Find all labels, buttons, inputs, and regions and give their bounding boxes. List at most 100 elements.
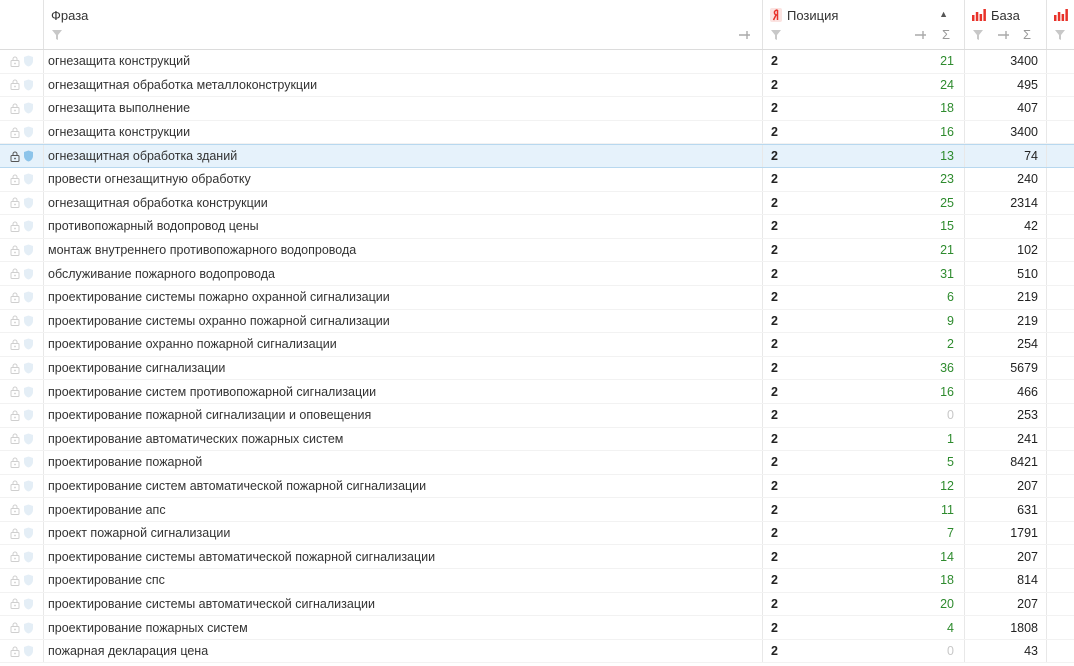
table-row[interactable]: противопожарный водопровод цены 2 15 42 — [0, 215, 1074, 239]
sum-icon[interactable]: Σ — [942, 27, 950, 42]
position-cell[interactable]: 20 — [763, 403, 965, 427]
base-cell[interactable]: 1791 — [965, 521, 1047, 545]
table-row[interactable]: проектирование спс 2 18 814 — [0, 569, 1074, 593]
shield-icon[interactable] — [23, 598, 34, 610]
shield-icon[interactable] — [23, 622, 34, 634]
base-cell[interactable]: 631 — [965, 498, 1047, 521]
phrase-cell[interactable]: огнезащитная обработка металлоконструкци… — [44, 73, 763, 97]
shield-icon[interactable] — [23, 102, 34, 114]
base-cell[interactable]: 5679 — [965, 356, 1047, 380]
shield-icon[interactable] — [23, 126, 34, 138]
position-cell[interactable]: 29 — [763, 309, 965, 333]
base-cell[interactable]: 42 — [965, 215, 1047, 238]
position-cell[interactable]: 2 21 — [763, 238, 965, 262]
shield-icon[interactable] — [23, 173, 34, 185]
table-row[interactable]: провести огнезащитную обработку 2 23 240 — [0, 167, 1074, 192]
shield-icon[interactable] — [23, 480, 34, 492]
position-cell[interactable]: 20 — [763, 639, 965, 663]
base-cell[interactable]: 1808 — [965, 616, 1047, 639]
shield-icon[interactable] — [23, 645, 34, 657]
shield-icon[interactable] — [23, 386, 34, 398]
position-cell[interactable]: 27 — [763, 521, 965, 545]
table-row[interactable]: проектирование сигнализации 2 36 5679 — [0, 356, 1074, 381]
shield-icon[interactable] — [23, 244, 34, 256]
lock-icon[interactable] — [10, 646, 20, 657]
phrase-cell[interactable]: пожарная декларация цена — [44, 639, 763, 663]
position-cell[interactable]: 26 — [763, 285, 965, 309]
phrase-cell[interactable]: проектирование апс — [44, 498, 763, 521]
lock-icon[interactable] — [10, 598, 20, 610]
table-row[interactable]: проектирование системы автоматической по… — [0, 545, 1074, 570]
position-cell[interactable]: 2 18 — [763, 569, 965, 592]
base-cell[interactable]: 240 — [965, 167, 1047, 191]
table-row[interactable]: огнезащита конструкции 2 16 3400 — [0, 120, 1074, 145]
lock-icon[interactable] — [10, 504, 20, 516]
base-cell[interactable]: 219 — [965, 285, 1047, 309]
lock-icon[interactable] — [10, 433, 20, 445]
lock-icon[interactable] — [10, 339, 20, 350]
phrase-cell[interactable]: огнезащита конструкции — [44, 120, 763, 144]
phrase-cell[interactable]: проектирование сигнализации — [44, 356, 763, 380]
phrase-cell[interactable]: проектирование систем противопожарной си… — [44, 380, 763, 403]
base-cell[interactable]: 8421 — [965, 451, 1047, 474]
position-cell[interactable]: 2 24 — [763, 73, 965, 97]
lock-icon[interactable] — [10, 103, 20, 114]
position-cell[interactable]: 2 31 — [763, 262, 965, 285]
table-row[interactable]: проектирование системы охранно пожарной … — [0, 309, 1074, 334]
position-cell[interactable]: 2 25 — [763, 191, 965, 215]
position-cell[interactable]: 2 23 — [763, 167, 965, 191]
table-row[interactable]: проектирование пожарной сигнализации и о… — [0, 403, 1074, 428]
position-cell[interactable]: 25 — [763, 451, 965, 474]
base-cell[interactable]: 510 — [965, 262, 1047, 285]
shield-icon[interactable] — [23, 150, 34, 162]
shield-icon[interactable] — [23, 433, 34, 445]
header-base-column[interactable]: База Σ — [965, 0, 1047, 49]
phrase-cell[interactable]: проектирование спс — [44, 569, 763, 592]
table-row[interactable]: проектирование системы автоматической си… — [0, 592, 1074, 617]
position-cell[interactable]: 2 14 — [763, 545, 965, 569]
pin-icon[interactable] — [914, 29, 928, 41]
position-cell[interactable]: 21 — [763, 427, 965, 451]
phrase-cell[interactable]: огнезащитная обработка конструкции — [44, 191, 763, 215]
position-cell[interactable]: 2 21 — [763, 50, 965, 73]
position-cell[interactable]: 2 16 — [763, 380, 965, 403]
base-cell[interactable]: 407 — [965, 97, 1047, 120]
sum-icon[interactable]: Σ — [1023, 27, 1031, 42]
pin-icon[interactable] — [997, 29, 1011, 41]
filter-icon[interactable] — [51, 29, 63, 41]
base-cell[interactable]: 241 — [965, 427, 1047, 451]
lock-icon[interactable] — [10, 197, 20, 209]
phrase-cell[interactable]: проектирование систем автоматической пож… — [44, 474, 763, 498]
position-cell[interactable]: 2 20 — [763, 592, 965, 616]
phrase-cell[interactable]: монтаж внутреннего противопожарного водо… — [44, 238, 763, 262]
shield-icon[interactable] — [23, 527, 34, 539]
phrase-column-title[interactable]: Фраза — [51, 8, 88, 23]
lock-icon[interactable] — [10, 386, 20, 398]
lock-icon[interactable] — [10, 315, 20, 327]
position-cell[interactable]: 2 15 — [763, 215, 965, 238]
base-cell[interactable]: 207 — [965, 474, 1047, 498]
base-cell[interactable]: 207 — [965, 545, 1047, 569]
lock-icon[interactable] — [10, 56, 20, 67]
position-cell[interactable]: 2 18 — [763, 97, 965, 120]
lock-icon[interactable] — [10, 151, 20, 162]
sort-asc-icon[interactable]: ▲ — [939, 9, 948, 19]
shield-icon[interactable] — [23, 268, 34, 280]
table-row[interactable]: проектирование автоматических пожарных с… — [0, 427, 1074, 452]
phrase-cell[interactable]: проектирование системы охранно пожарной … — [44, 309, 763, 333]
header-position-column[interactable]: Позиция ▲ Σ — [763, 0, 965, 49]
filter-icon[interactable] — [1054, 29, 1066, 41]
base-cell[interactable]: 102 — [965, 238, 1047, 262]
shield-icon[interactable] — [23, 574, 34, 586]
header-phrase-column[interactable]: Фраза — [44, 0, 763, 49]
base-cell[interactable]: 814 — [965, 569, 1047, 592]
phrase-cell[interactable]: обслуживание пожарного водопровода — [44, 262, 763, 285]
position-cell[interactable]: 2 16 — [763, 120, 965, 144]
position-cell[interactable]: 2 36 — [763, 356, 965, 380]
table-row[interactable]: проектирование пожарной 2 5 8421 — [0, 451, 1074, 475]
base-cell[interactable]: 3400 — [965, 120, 1047, 144]
shield-icon[interactable] — [23, 362, 34, 374]
phrase-cell[interactable]: противопожарный водопровод цены — [44, 215, 763, 238]
lock-icon[interactable] — [10, 457, 20, 468]
phrase-cell[interactable]: проектирование системы автоматической си… — [44, 592, 763, 616]
